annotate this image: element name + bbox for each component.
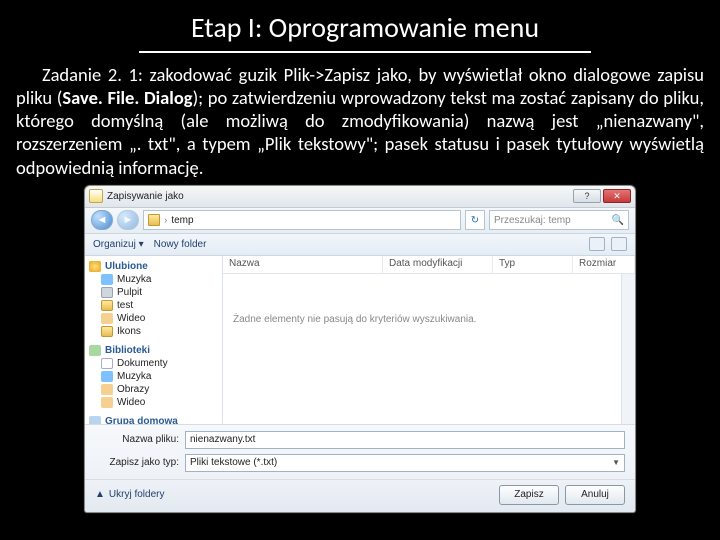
- app-icon: [89, 189, 103, 203]
- music-icon: [101, 274, 113, 285]
- column-type[interactable]: Typ: [493, 256, 573, 273]
- library-icon: [89, 345, 101, 356]
- refresh-button[interactable]: ↻: [465, 210, 485, 230]
- video-icon: [101, 397, 113, 408]
- dialog-titlebar[interactable]: Zapisywanie jako ? ✕: [85, 186, 635, 208]
- search-placeholder: Przeszukaj: temp: [494, 215, 571, 226]
- folder-icon: [101, 326, 113, 337]
- new-folder-button[interactable]: Nowy folder: [154, 239, 207, 250]
- save-button[interactable]: Zapisz: [499, 485, 559, 505]
- tree-item[interactable]: Dokumenty: [117, 358, 168, 369]
- filename-label: Nazwa pliku:: [95, 434, 179, 445]
- slide-title: Etap I: Oprogramowanie menu: [139, 8, 591, 53]
- breadcrumb[interactable]: › temp: [143, 210, 461, 230]
- view-options-button[interactable]: [589, 237, 605, 251]
- video-icon: [101, 313, 113, 324]
- chevron-down-icon: ▼: [612, 458, 620, 467]
- tree-item[interactable]: Wideo: [117, 397, 145, 408]
- close-button[interactable]: ✕: [603, 189, 631, 203]
- tree-item[interactable]: Ikons: [117, 326, 141, 337]
- empty-message: Żadne elementy nie pasują do kryteriów w…: [223, 274, 635, 365]
- star-icon: [89, 261, 101, 272]
- tree-item[interactable]: Muzyka: [117, 274, 151, 285]
- help-icon[interactable]: [611, 237, 627, 251]
- cancel-button[interactable]: Anuluj: [565, 485, 625, 505]
- help-button[interactable]: ?: [573, 189, 601, 203]
- nav-back-button[interactable]: ◄: [91, 210, 113, 230]
- folder-icon: [148, 214, 160, 226]
- tree-item[interactable]: Obrazy: [117, 384, 149, 395]
- chevron-right-icon: ›: [164, 215, 167, 226]
- column-name[interactable]: Nazwa: [223, 256, 383, 273]
- tree-item[interactable]: Wideo: [117, 313, 145, 324]
- filetype-combo[interactable]: Pliki tekstowe (*.txt) ▼: [185, 454, 625, 472]
- chevron-up-icon: ▲: [95, 489, 105, 500]
- document-icon: [101, 358, 113, 369]
- breadcrumb-segment[interactable]: temp: [171, 215, 193, 226]
- organize-menu[interactable]: Organizuj ▾: [93, 239, 144, 250]
- column-date[interactable]: Data modyfikacji: [383, 256, 493, 273]
- search-input[interactable]: Przeszukaj: temp 🔍: [489, 210, 629, 230]
- save-file-dialog: Zapisywanie jako ? ✕ ◄ ► › temp ↻ Przesz…: [84, 185, 636, 513]
- desktop-icon: [101, 287, 113, 298]
- tree-group-libraries[interactable]: Biblioteki: [105, 345, 150, 356]
- homegroup-icon: [89, 416, 101, 424]
- folder-icon: [101, 300, 113, 311]
- tree-item[interactable]: Muzyka: [117, 371, 151, 382]
- tree-group-favorites[interactable]: Ulubione: [105, 261, 148, 272]
- search-icon: 🔍: [612, 215, 624, 226]
- task-description: Zadanie 2. 1: zakodować guzik Plik->Zapi…: [14, 63, 706, 179]
- filetype-label: Zapisz jako typ:: [95, 457, 179, 468]
- music-icon: [101, 371, 113, 382]
- hide-folders-toggle[interactable]: ▲ Ukryj foldery: [95, 489, 164, 500]
- nav-forward-button[interactable]: ►: [117, 210, 139, 230]
- dialog-title: Zapisywanie jako: [107, 191, 184, 202]
- tree-item[interactable]: Pulpit: [117, 287, 142, 298]
- filename-input[interactable]: nienazwany.txt: [185, 431, 625, 449]
- nav-tree[interactable]: Ulubione Muzyka Pulpit test Wideo Ikons …: [85, 256, 223, 424]
- scrollbar[interactable]: [621, 274, 635, 424]
- tree-group-homegroup[interactable]: Grupa domowa: [105, 416, 178, 424]
- file-list[interactable]: Nazwa Data modyfikacji Typ Rozmiar Żadne…: [223, 256, 635, 424]
- pictures-icon: [101, 384, 113, 395]
- tree-item[interactable]: test: [117, 300, 133, 311]
- column-size[interactable]: Rozmiar: [573, 256, 635, 273]
